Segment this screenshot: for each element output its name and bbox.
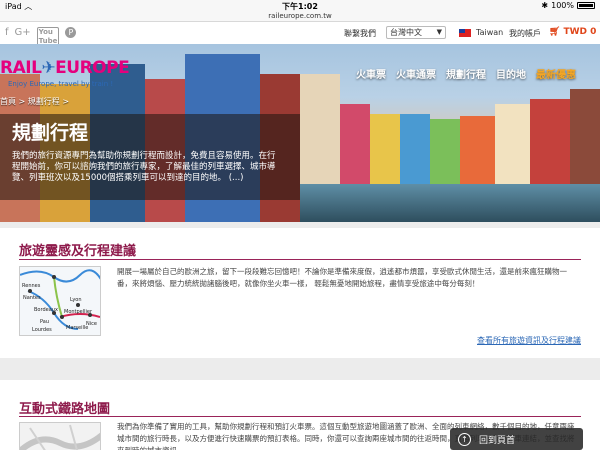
inspiration-section: 旅遊靈感及行程建議 Rennes Nantes Lyon Bordeaux Ni…: [0, 228, 600, 358]
hero-description: 我們的旅行資源專門為幫助你規劃行程而設計，免費且容易使用。在行程開始前，你可以諮…: [12, 151, 276, 183]
rail-map-thumbnail[interactable]: [19, 422, 101, 450]
status-time: 下午1:02: [282, 2, 318, 11]
hero-building: [300, 74, 340, 184]
svg-text:Lyon: Lyon: [70, 297, 82, 303]
canal: [300, 184, 600, 222]
cart-icon: 🛒︎: [549, 27, 561, 37]
section-body: 開展一場屬於自己的歐洲之旅，留下一段段難忘回憶吧！不論你是準備來度假，逍遙都市煩…: [117, 267, 567, 288]
nav-destinations[interactable]: 目的地: [496, 66, 526, 81]
cart-button[interactable]: 🛒︎ TWD 0: [549, 27, 596, 37]
cart-total: TWD 0: [563, 27, 597, 37]
logo-tagline: Enjoy Europe, travel by train !: [8, 80, 114, 88]
language-select[interactable]: 台灣中文 ▼: [386, 26, 446, 39]
page-title: 規劃行程: [12, 122, 89, 144]
ios-status-bar: iPad ︿ 下午1:02 ✱ 100%: [0, 0, 600, 12]
svg-text:Lourdes: Lourdes: [32, 327, 52, 333]
svg-text:Marseille: Marseille: [66, 325, 88, 331]
battery-percent: 100%: [551, 1, 574, 10]
route-map-illustration: Rennes Nantes Lyon Bordeaux Nice Pau Lou…: [20, 267, 100, 335]
nav-rail-passes[interactable]: 火車通票: [396, 66, 436, 81]
svg-text:Montpellier: Montpellier: [64, 309, 93, 315]
taiwan-flag-icon: [459, 29, 471, 37]
hero-banner: RAIL✈EUROPE Enjoy Europe, travel by trai…: [0, 44, 600, 222]
utility-bar: f G+ You Tube P 聯繫我們 台灣中文 ▼ Taiwan 我的帳戶 🛒…: [0, 22, 600, 47]
country-label[interactable]: Taiwan: [476, 28, 503, 37]
section-title: 旅遊靈感及行程建議: [19, 244, 137, 259]
hero-building: [430, 119, 460, 184]
address-bar[interactable]: raileurope.com.tw: [0, 12, 600, 22]
svg-text:Nantes: Nantes: [23, 295, 41, 301]
pinterest-icon[interactable]: P: [65, 27, 77, 38]
route-map-thumbnail[interactable]: Rennes Nantes Lyon Bordeaux Nice Pau Lou…: [19, 266, 101, 336]
section-divider: [19, 416, 581, 417]
hero-building: [495, 104, 530, 184]
chevron-down-icon: ▼: [436, 28, 442, 36]
nav-plan-trip[interactable]: 規劃行程: [446, 66, 486, 81]
bluetooth-icon: ✱: [541, 1, 549, 10]
view-all-inspiration-link[interactable]: 查看所有旅遊資訊及行程建議: [477, 335, 581, 346]
back-to-top-button[interactable]: ↑ 回到頁首: [450, 428, 583, 450]
hero-building: [370, 114, 400, 184]
battery-icon: [577, 2, 595, 9]
status-right: ✱ 100%: [541, 1, 595, 10]
site-logo[interactable]: RAIL✈EUROPE Enjoy Europe, travel by trai…: [0, 58, 130, 92]
language-value: 台灣中文: [390, 28, 422, 37]
back-to-top-label: 回到頁首: [479, 435, 516, 446]
contact-link[interactable]: 聯繫我們: [344, 28, 376, 39]
arrow-up-icon: ↑: [458, 432, 471, 446]
nav-train-tickets[interactable]: 火車票: [356, 66, 386, 81]
svg-text:Rennes: Rennes: [22, 283, 41, 289]
svg-text:Bordeaux: Bordeaux: [34, 307, 58, 313]
account-link[interactable]: 我的帳戶: [509, 28, 541, 39]
hero-building: [460, 116, 495, 184]
section-title: 互動式鐵路地圖: [19, 402, 111, 417]
svg-text:Pau: Pau: [40, 319, 49, 325]
main-nav: 火車票 火車通票 規劃行程 目的地 最新優惠: [356, 66, 576, 81]
rail-map-illustration: [20, 423, 100, 450]
section-divider: [19, 259, 581, 260]
nav-deals[interactable]: 最新優惠: [536, 66, 576, 81]
hero-building: [340, 104, 370, 184]
logo-wordmark: RAIL✈EUROPE: [0, 58, 130, 78]
hero-text-panel: 規劃行程 我們的旅行資源專門為幫助你規劃行程而設計，免費且容易使用。在行程開始前…: [0, 114, 300, 200]
hero-building: [400, 114, 430, 184]
breadcrumb[interactable]: 首頁 > 規劃行程 >: [0, 96, 69, 107]
